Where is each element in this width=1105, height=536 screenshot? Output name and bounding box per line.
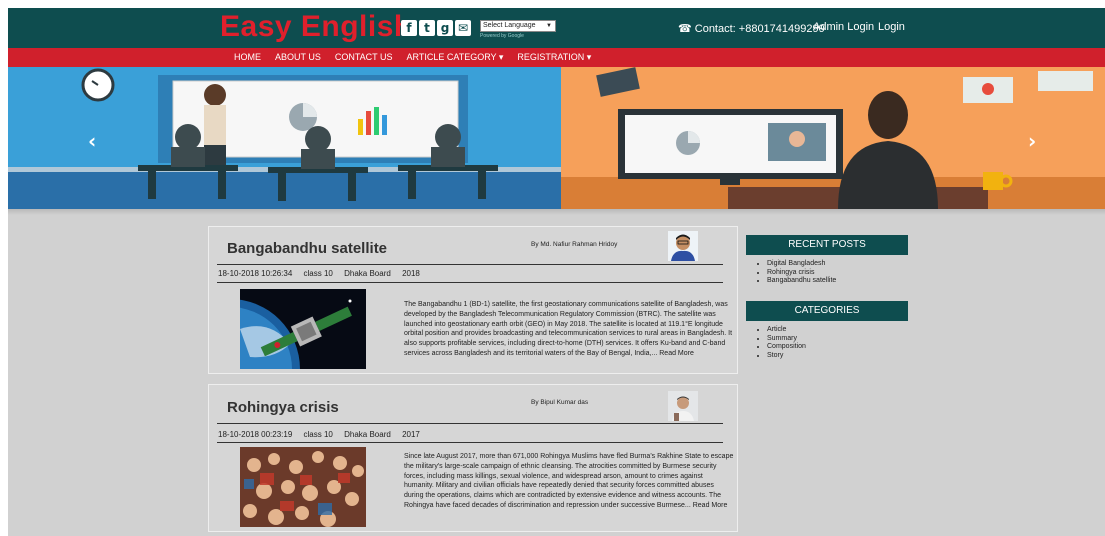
post-board: Dhaka Board xyxy=(344,430,391,439)
post-title[interactable]: Bangabandhu satellite xyxy=(227,240,387,257)
social-links: f t g ✉ xyxy=(401,20,471,36)
read-more-link[interactable]: Read More xyxy=(659,350,694,357)
nav-registration[interactable]: REGISTRATION ▾ xyxy=(517,52,591,63)
post-class: class 10 xyxy=(303,430,333,439)
category-link[interactable]: Article xyxy=(767,326,908,335)
contact-phone: ☎ Contact: +8801741499299 xyxy=(678,23,825,35)
post-year: 2017 xyxy=(402,430,420,439)
category-link[interactable]: Summary xyxy=(767,335,908,344)
recent-post-link[interactable]: Rohingya crisis xyxy=(767,269,908,278)
google-plus-icon[interactable]: g xyxy=(437,20,453,36)
post-meta: 18-10-2018 00:23:19 class 10 Dhaka Board… xyxy=(218,430,429,439)
post-excerpt-text: Since late August 2017, more than 671,00… xyxy=(404,453,734,509)
post-year: 2018 xyxy=(402,269,420,278)
nav-about-us[interactable]: ABOUT US xyxy=(275,52,321,63)
carousel-shadow xyxy=(8,209,1105,215)
read-more-link[interactable]: Read More xyxy=(693,502,728,509)
post-thumbnail[interactable] xyxy=(240,289,366,369)
category-link[interactable]: Story xyxy=(767,352,908,361)
post-author: By Md. Nafiur Rahman Hridoy xyxy=(531,241,618,248)
page: Easy English f t g ✉ Select Language ▼ P… xyxy=(8,8,1105,536)
sidebar-categories: CATEGORIES Article Summary Composition S… xyxy=(746,301,908,360)
recent-post-link[interactable]: Digital Bangladesh xyxy=(767,260,908,269)
recent-post-link[interactable]: Bangabandhu satellite xyxy=(767,277,908,286)
post-author: By Bipul Kumar das xyxy=(531,399,589,406)
post-board: Dhaka Board xyxy=(344,269,391,278)
recent-posts-heading: RECENT POSTS xyxy=(746,235,908,255)
post-excerpt-text: The Bangabandhu 1 (BD-1) satellite, the … xyxy=(404,301,733,357)
nav-contact-us[interactable]: CONTACT US xyxy=(335,52,393,63)
language-powered-by: Powered by Google xyxy=(480,33,524,39)
post-excerpt: Since late August 2017, more than 671,00… xyxy=(404,452,734,511)
divider xyxy=(217,282,723,283)
language-select[interactable]: Select Language ▼ xyxy=(480,20,556,32)
classroom-illustration xyxy=(8,67,1105,209)
post-meta: 18-10-2018 10:26:34 class 10 Dhaka Board… xyxy=(218,269,429,278)
language-select-label: Select Language xyxy=(483,22,536,29)
category-link[interactable]: Composition xyxy=(767,343,908,352)
carousel-next-icon[interactable]: › xyxy=(1028,129,1036,153)
author-avatar xyxy=(668,231,698,261)
facebook-icon[interactable]: f xyxy=(401,20,417,36)
sidebar-recent-posts: RECENT POSTS Digital Bangladesh Rohingya… xyxy=(746,235,908,286)
categories-heading: CATEGORIES xyxy=(746,301,908,321)
hero-carousel: ‹ › xyxy=(8,67,1105,209)
post-title[interactable]: Rohingya crisis xyxy=(227,399,339,416)
post-card: Rohingya crisis By Bipul Kumar das 18-10… xyxy=(208,384,738,532)
post-class: class 10 xyxy=(303,269,333,278)
site-logo[interactable]: Easy English xyxy=(220,10,413,44)
divider xyxy=(217,442,723,443)
divider xyxy=(217,264,723,265)
divider xyxy=(217,423,723,424)
post-card: Bangabandhu satellite By Md. Nafiur Rahm… xyxy=(208,226,738,374)
post-thumbnail[interactable] xyxy=(240,447,366,527)
nav-article-category[interactable]: ARTICLE CATEGORY ▾ xyxy=(407,52,504,63)
carousel-prev-icon[interactable]: ‹ xyxy=(88,129,96,153)
post-date: 18-10-2018 00:23:19 xyxy=(218,430,293,439)
main-nav: HOME ABOUT US CONTACT US ARTICLE CATEGOR… xyxy=(8,48,1105,67)
post-excerpt: The Bangabandhu 1 (BD-1) satellite, the … xyxy=(404,300,734,359)
twitter-icon[interactable]: t xyxy=(419,20,435,36)
admin-login-link[interactable]: Admin Login xyxy=(813,21,874,33)
email-icon[interactable]: ✉ xyxy=(455,20,471,36)
nav-home[interactable]: HOME xyxy=(234,52,261,63)
top-header: Easy English f t g ✉ Select Language ▼ P… xyxy=(8,8,1105,48)
login-link[interactable]: Login xyxy=(878,21,905,33)
author-avatar xyxy=(668,391,698,421)
language-selector: Select Language ▼ Powered by Google xyxy=(480,20,556,39)
chevron-down-icon: ▼ xyxy=(546,23,552,29)
post-date: 18-10-2018 10:26:34 xyxy=(218,269,293,278)
